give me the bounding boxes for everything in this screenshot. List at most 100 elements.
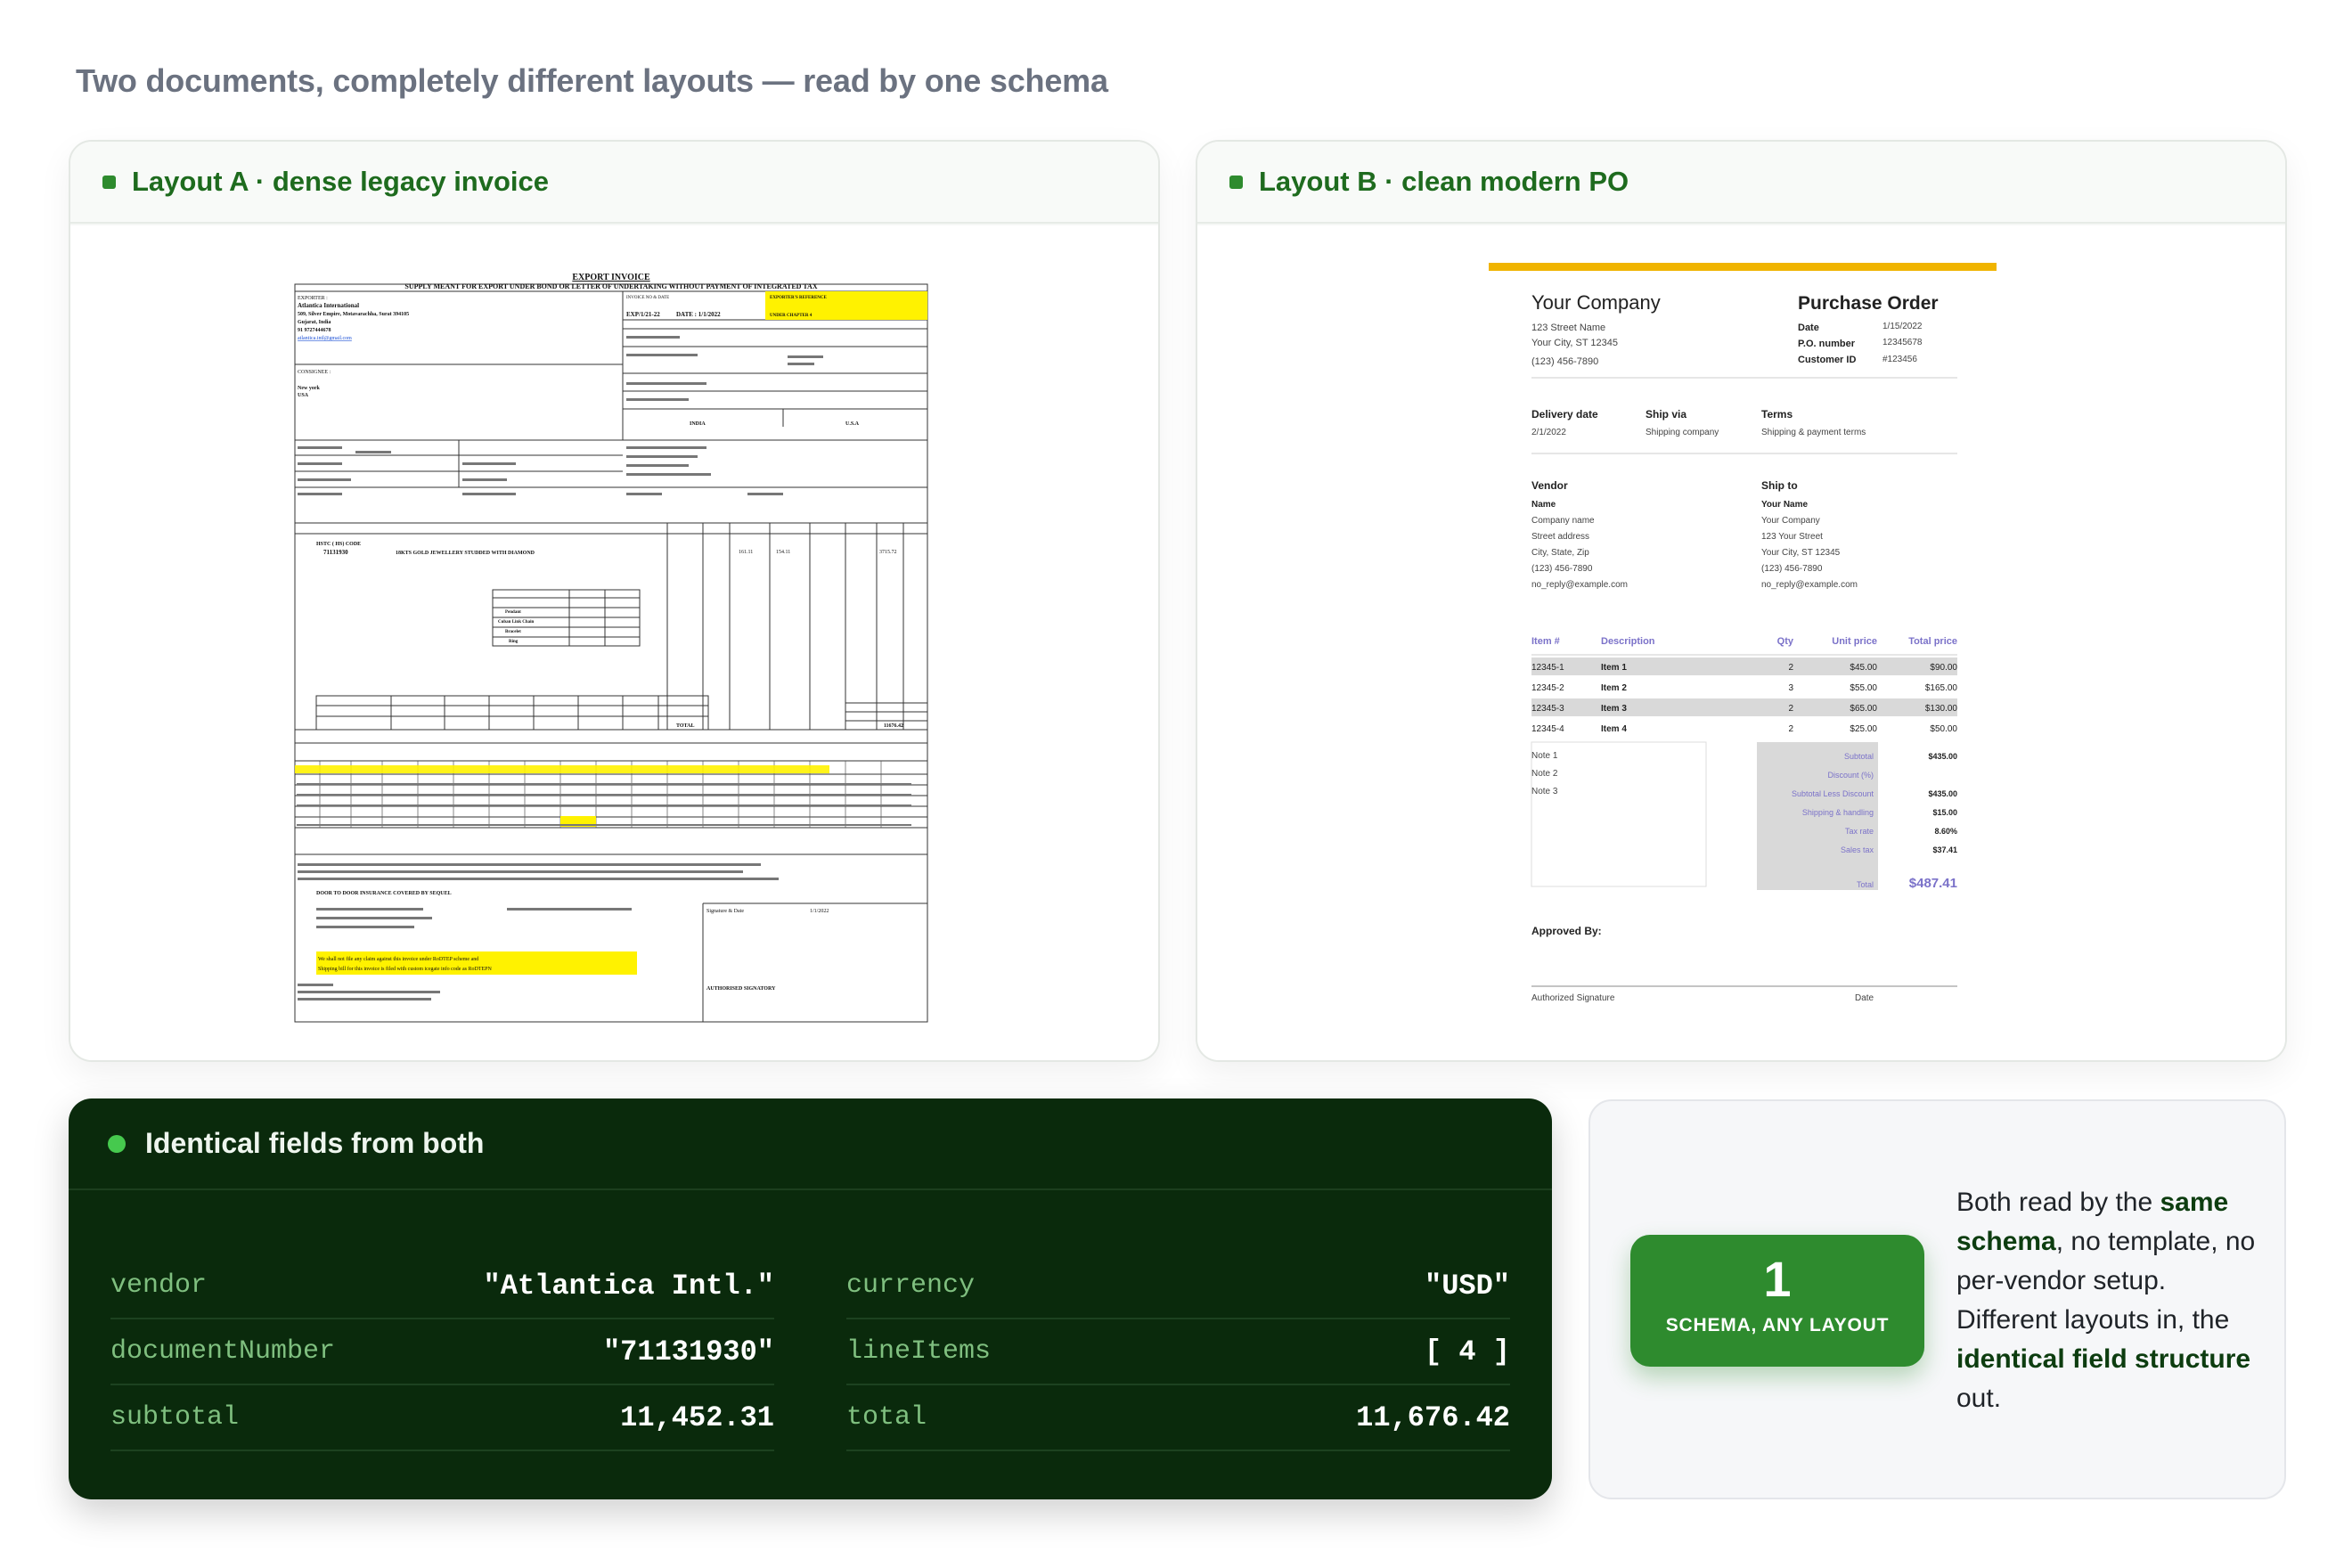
svg-text:509, Silver Empire, Motavarach: 509, Silver Empire, Motavarachha, Surat …	[298, 312, 409, 317]
svg-text:Terms: Terms	[1761, 408, 1793, 421]
svg-text:Note 3: Note 3	[1531, 787, 1558, 796]
po-summary-label: Sales tax	[1841, 845, 1874, 854]
po-summary-label: Subtotal	[1844, 752, 1874, 761]
field-row: subtotal 11,452.31	[110, 1385, 774, 1451]
layout-b-card: Layout B · clean modern PO Your Company …	[1196, 140, 2287, 1062]
svg-text:DOOR TO DOOR INSURANCE COVERED: DOOR TO DOOR INSURANCE COVERED BY SEQUEL	[316, 891, 452, 896]
svg-text:Note 1: Note 1	[1531, 751, 1558, 761]
svg-text:INDIA: INDIA	[690, 421, 706, 427]
green-dot-icon	[108, 1134, 126, 1153]
svg-text:Shipping & payment terms: Shipping & payment terms	[1761, 428, 1866, 437]
svg-text:EXPORTER :: EXPORTER :	[298, 296, 328, 301]
field-key: documentNumber	[110, 1336, 336, 1367]
green-square-icon	[1229, 175, 1243, 189]
po-cell-desc: Item 1	[1601, 663, 1627, 673]
svg-text:Customer ID: Customer ID	[1798, 355, 1856, 365]
svg-text:U.S.A: U.S.A	[845, 421, 860, 427]
field-row: lineItems [ 4 ]	[846, 1319, 1510, 1385]
svg-text:3715.72: 3715.72	[879, 550, 897, 555]
po-cell-total: $50.00	[1930, 724, 1957, 734]
po-cell-qty: 3	[1788, 683, 1793, 693]
svg-text:Vendor: Vendor	[1531, 479, 1568, 492]
svg-text:Ring: Ring	[509, 640, 519, 644]
po-summary-label: Tax rate	[1845, 827, 1874, 836]
svg-text:Your Name: Your Name	[1761, 500, 1808, 510]
field-key: subtotal	[110, 1402, 240, 1433]
field-value: "USD"	[1424, 1269, 1510, 1303]
svg-text:Note 2: Note 2	[1531, 769, 1558, 779]
field-row: total 11,676.42	[846, 1385, 1510, 1451]
po-summary-value: $435.00	[1928, 752, 1957, 761]
svg-text:EXPORTER'S REFERENCE: EXPORTER'S REFERENCE	[770, 296, 828, 300]
svg-text:123 Street Name: 123 Street Name	[1531, 323, 1605, 333]
svg-text:Your City, ST 12345: Your City, ST 12345	[1531, 338, 1618, 348]
po-cell-unit: $25.00	[1850, 724, 1877, 734]
fields-grid: vendor "Atlantica Intl." documentNumber …	[110, 1254, 1510, 1451]
svg-text:Your City, ST 12345: Your City, ST 12345	[1761, 548, 1841, 558]
svg-text:no_reply@example.com: no_reply@example.com	[1761, 580, 1858, 590]
description-text: Both read by the	[1956, 1188, 2160, 1217]
fields-column-left: vendor "Atlantica Intl." documentNumber …	[110, 1254, 774, 1451]
svg-text:Date: Date	[1855, 993, 1874, 1003]
svg-text:Pendant: Pendant	[505, 610, 521, 615]
page-heading: Two documents, completely different layo…	[76, 62, 1108, 99]
field-value: [ 4 ]	[1424, 1335, 1510, 1368]
svg-text:11676.42: 11676.42	[884, 723, 903, 729]
svg-text:Name: Name	[1531, 500, 1556, 510]
svg-text:123 Your Street: 123 Your Street	[1761, 532, 1823, 542]
svg-text:CONSIGNEE :: CONSIGNEE :	[298, 370, 331, 375]
field-key: vendor	[110, 1270, 208, 1301]
svg-text:Atlantica International: Atlantica International	[298, 302, 359, 309]
po-cell-qty: 2	[1788, 663, 1793, 673]
svg-text:AUTHORISED SIGNATORY: AUTHORISED SIGNATORY	[706, 986, 776, 992]
schema-description: Both read by the same schema, no templat…	[1956, 1183, 2259, 1418]
po-summary-value: $15.00	[1932, 808, 1957, 817]
field-key: currency	[846, 1270, 976, 1301]
svg-text:City, State, Zip: City, State, Zip	[1531, 548, 1589, 558]
po-cell-item: 12345-2	[1531, 683, 1564, 693]
svg-text:Your Company: Your Company	[1531, 291, 1661, 314]
svg-text:We shall not file any claim ag: We shall not file any claim against this…	[318, 956, 478, 962]
layout-a-body: EXPORT INVOICE SUPPLY MEANT FOR EXPORT U…	[70, 225, 1158, 1060]
svg-text:Authorized Signature: Authorized Signature	[1531, 993, 1615, 1003]
identical-fields-panel: Identical fields from both vendor "Atlan…	[69, 1098, 1552, 1499]
fields-panel-header: Identical fields from both	[69, 1098, 1552, 1190]
svg-text:Your Company: Your Company	[1761, 516, 1820, 526]
layout-a-title: Layout A · dense legacy invoice	[132, 166, 550, 197]
svg-text:no_reply@example.com: no_reply@example.com	[1531, 580, 1628, 590]
layout-a-header: Layout A · dense legacy invoice	[70, 142, 1158, 224]
po-cell-unit: $55.00	[1850, 683, 1877, 693]
legacy-invoice-image: EXPORT INVOICE SUPPLY MEANT FOR EXPORT U…	[284, 257, 943, 1037]
svg-text:Date: Date	[1798, 323, 1819, 333]
po-cell-item: 12345-1	[1531, 663, 1564, 673]
svg-text:Bracelet: Bracelet	[505, 630, 521, 634]
modern-po-image: Your Company 123 Street Name Your City, …	[1485, 257, 2000, 1037]
layout-b-body: Your Company 123 Street Name Your City, …	[1197, 225, 2285, 1060]
green-square-icon	[102, 175, 116, 189]
po-cell-item: 12345-3	[1531, 704, 1564, 714]
po-cell-qty: 2	[1788, 704, 1793, 714]
field-value: 11,676.42	[1356, 1401, 1510, 1434]
svg-text:HSTC ( HS) CODE: HSTC ( HS) CODE	[316, 541, 361, 547]
po-summary-label: Shipping & handling	[1802, 808, 1874, 817]
po-cell-total: $130.00	[1925, 704, 1958, 714]
svg-text:INVOICE NO & DATE: INVOICE NO & DATE	[626, 296, 669, 300]
svg-text:Shipping bill for this invoice: Shipping bill for this invoice is filed …	[318, 966, 492, 972]
svg-text:18KTS GOLD JEWELLERY STUDDED W: 18KTS GOLD JEWELLERY STUDDED WITH DIAMON…	[396, 551, 535, 556]
svg-text:UNDER CHAPTER 4: UNDER CHAPTER 4	[770, 314, 813, 318]
po-summary-value: $435.00	[1928, 789, 1957, 798]
schema-count-label: SCHEMA, ANY LAYOUT	[1665, 1315, 1890, 1335]
schema-summary-card: 1 SCHEMA, ANY LAYOUT Both read by the sa…	[1588, 1099, 2286, 1499]
svg-text:Shipping company: Shipping company	[1646, 428, 1719, 437]
svg-text:154.11: 154.11	[776, 550, 790, 555]
layout-b-header: Layout B · clean modern PO	[1197, 142, 2285, 224]
po-cell-desc: Item 3	[1601, 704, 1627, 714]
svg-text:1/15/2022: 1/15/2022	[1882, 322, 1923, 331]
schema-count: 1	[1763, 1251, 1792, 1307]
svg-text:(123) 456-7890: (123) 456-7890	[1531, 564, 1593, 574]
svg-text:Total price: Total price	[1908, 636, 1957, 647]
svg-text:P.O. number: P.O. number	[1798, 339, 1856, 349]
field-value: "Atlantica Intl."	[483, 1269, 774, 1303]
field-value: "71131930"	[602, 1335, 774, 1368]
field-key: lineItems	[846, 1336, 992, 1367]
